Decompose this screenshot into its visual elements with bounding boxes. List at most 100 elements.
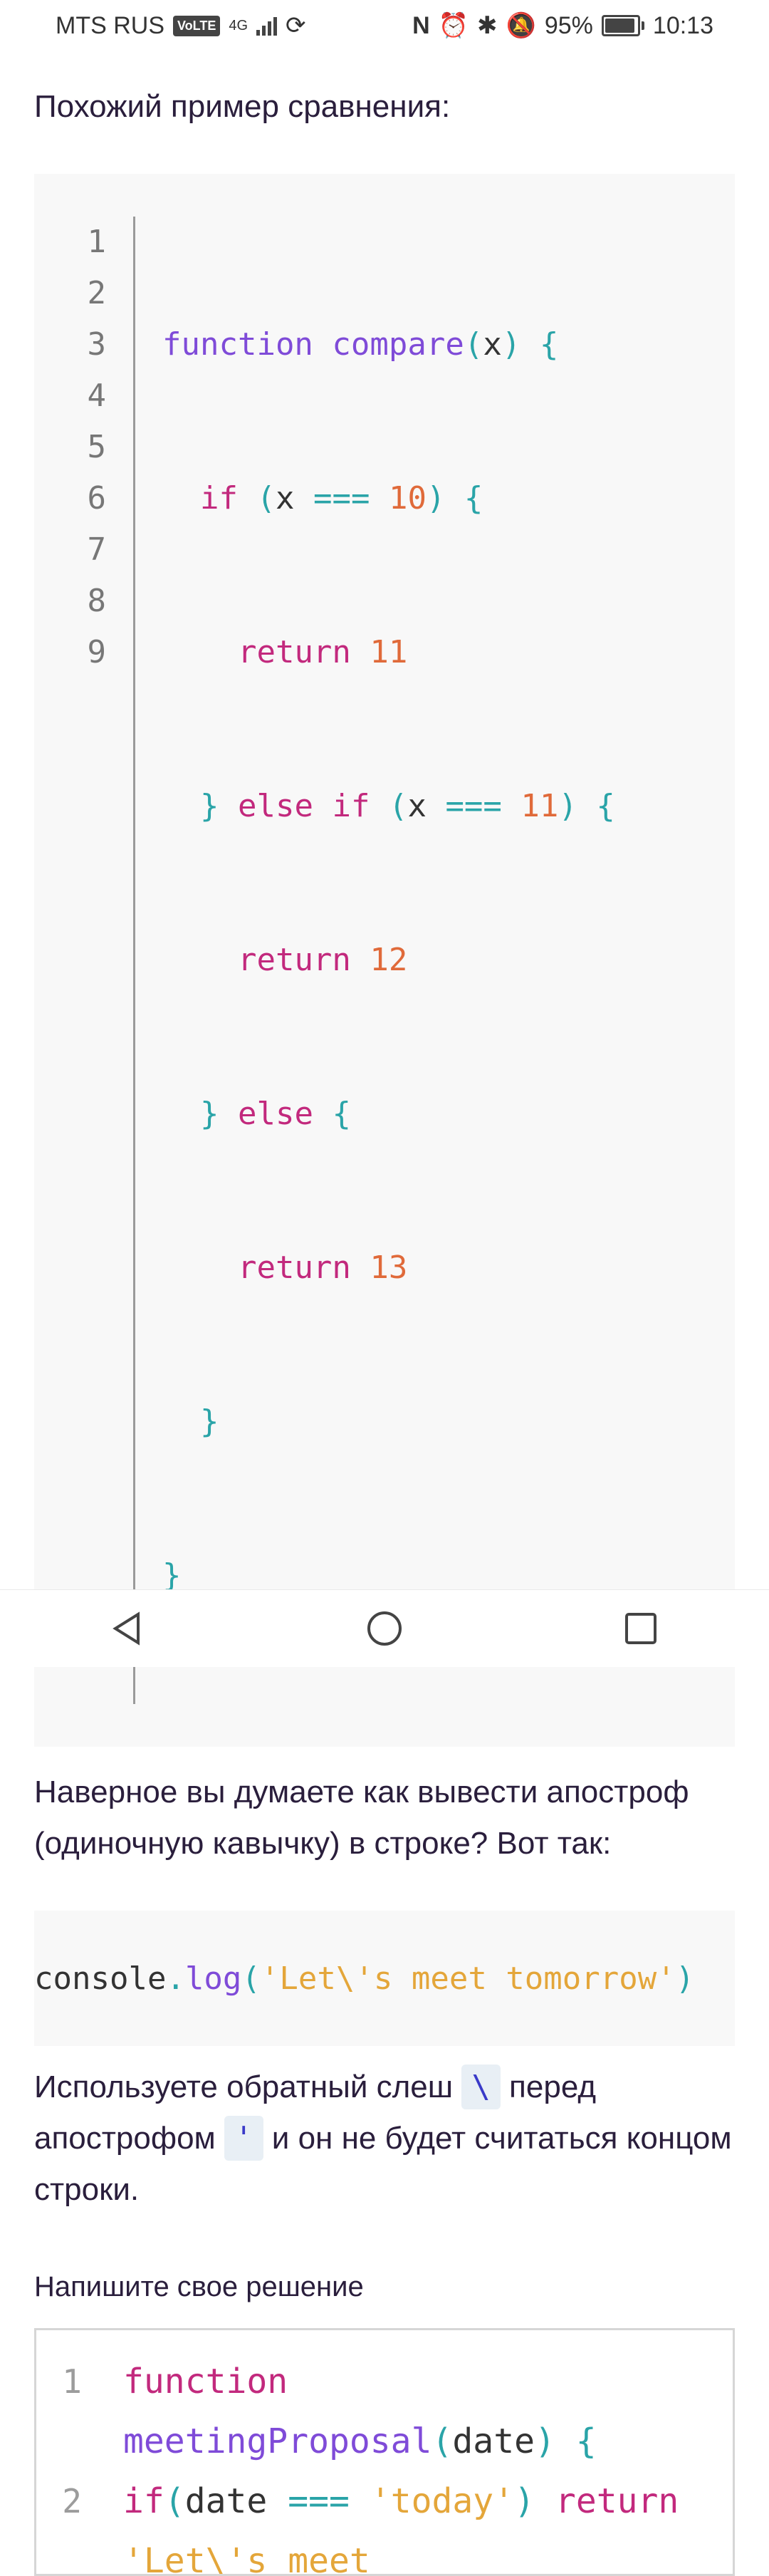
solution-title: Напишите свое решение (34, 2271, 364, 2302)
token-punct: ) { (558, 788, 615, 824)
line-number: 5 (87, 429, 107, 465)
token-operator: === (313, 480, 370, 516)
text-fragment: Используете обратный слеш (34, 2069, 454, 2104)
line-number: 4 (87, 378, 107, 414)
home-button[interactable] (356, 1600, 413, 1657)
back-icon (113, 1611, 140, 1646)
token-keyword: return (555, 2481, 679, 2521)
token-function-name: compare (332, 326, 464, 363)
token-keyword: function (123, 2362, 288, 2401)
token-string: 'today' (370, 2481, 515, 2521)
battery-percent: 95% (544, 11, 593, 39)
volte-badge: VoLTE (173, 15, 221, 36)
inline-code-apostrophe: ' (224, 2116, 263, 2161)
token-operator: === (445, 788, 502, 824)
token-arg: x (483, 326, 502, 363)
editor-code[interactable]: if(date === 'today') return 'Let\'s meet (123, 2471, 707, 2574)
token-punct: ) { (426, 480, 483, 516)
token-number: 12 (370, 942, 408, 978)
line-number: 2 (87, 275, 107, 311)
code-example-console-log[interactable]: console. log('Let\'s meet tomorrow') (34, 1911, 735, 2046)
token-punct: ( (164, 2481, 185, 2521)
token-number: 11 (520, 788, 559, 824)
status-bar: MTS RUS VoLTE 4G ⟳ N ⏰ ✱ 🔕 95% 10:13 (0, 0, 769, 51)
token-punct: } (199, 788, 219, 824)
token-punct: ) { (501, 326, 559, 363)
code-line: return 11 (162, 627, 615, 678)
example-heading: Похожий пример сравнения: (34, 89, 451, 124)
code-text: function compare(x) { if (x === 10) { re… (135, 217, 615, 1704)
editor-line-number: 1 (62, 2362, 82, 2401)
token-keyword: if (332, 788, 370, 824)
token-punct: ( (388, 788, 408, 824)
editor-line: 2 if(date === 'today') return 'Let\'s me… (36, 2471, 733, 2574)
token-punct: } (199, 1403, 219, 1440)
signal-icon (256, 16, 278, 36)
line-number: 1 (87, 224, 107, 260)
token-object: console (34, 1960, 167, 1997)
editor-line: 1 function meetingProposal(date) { (36, 2352, 733, 2471)
battery-icon (601, 15, 644, 36)
token-number: 10 (388, 480, 427, 516)
code-line: return 13 (162, 1242, 615, 1294)
token-number: 11 (370, 634, 408, 670)
token-keyword: if (123, 2481, 164, 2521)
token-punct: { (332, 1096, 351, 1132)
token-punct: ) { (534, 2421, 597, 2461)
token-punct: ( (464, 326, 483, 363)
backslash-explanation: Используете обратный слеш \ перед апостр… (34, 2062, 735, 2216)
token-keyword: function (162, 326, 313, 363)
system-nav-bar (0, 1589, 769, 1667)
clock: 10:13 (652, 11, 713, 39)
token-punct: ( (431, 2421, 453, 2461)
code-line: } (162, 1396, 615, 1448)
token-arg: date (184, 2481, 268, 2521)
nfc-icon: N (412, 11, 430, 39)
token-number: 13 (370, 1250, 408, 1286)
code-line: function compare(x) { (162, 319, 615, 370)
solution-editor[interactable]: 1 function meetingProposal(date) { 2 if(… (34, 2328, 735, 2576)
code-line: } else { (162, 1089, 615, 1140)
back-button[interactable] (100, 1600, 157, 1657)
token-punct: } (162, 1557, 182, 1594)
token-punct: } (199, 1096, 219, 1132)
token-punct: ( (256, 480, 276, 516)
recents-button[interactable] (612, 1600, 669, 1657)
token-keyword: return (237, 1250, 351, 1286)
token-keyword: if (199, 480, 238, 516)
token-var: x (275, 480, 295, 516)
mute-icon: 🔕 (506, 12, 536, 39)
token-var: x (407, 788, 427, 824)
token-keyword: else (237, 788, 313, 824)
status-right: N ⏰ ✱ 🔕 95% 10:13 (412, 11, 713, 40)
token-punct: ) (514, 2481, 535, 2521)
editor-code[interactable]: function meetingProposal(date) { (123, 2352, 707, 2471)
token-punct: . (166, 1960, 185, 1997)
line-number: 9 (87, 634, 107, 670)
token-punct: ( (241, 1960, 261, 1997)
lesson-content: Похожий пример сравнения: 1 2 3 4 5 6 7 … (34, 51, 735, 2576)
token-punct: ) (675, 1960, 695, 1997)
line-number: 7 (87, 531, 107, 568)
home-icon (367, 1611, 402, 1646)
editor-line-number: 2 (62, 2482, 82, 2520)
line-number: 3 (87, 326, 107, 363)
token-keyword: return (237, 634, 351, 670)
network-type: 4G (229, 18, 249, 33)
line-number: 6 (87, 480, 107, 516)
token-function-name: meetingProposal (123, 2421, 432, 2461)
inline-code-backslash: \ (461, 2065, 501, 2109)
line-numbers: 1 2 3 4 5 6 7 8 9 (34, 217, 135, 1704)
token-method: log (184, 1960, 242, 1997)
bluetooth-icon: ✱ (477, 12, 498, 39)
apostrophe-question: Наверное вы думаете как вывести апостроф… (34, 1775, 689, 1861)
alarm-icon: ⏰ (438, 12, 469, 39)
token-keyword: else (237, 1096, 313, 1132)
line-number: 8 (87, 583, 107, 619)
sync-icon: ⟳ (286, 12, 306, 39)
recents-icon (625, 1613, 656, 1644)
code-line: } else if (x === 11) { (162, 781, 615, 832)
code-example-compare: 1 2 3 4 5 6 7 8 9 function compare(x) { … (34, 174, 735, 1747)
code-line: return 12 (162, 935, 615, 986)
code-line: if (x === 10) { (162, 473, 615, 524)
